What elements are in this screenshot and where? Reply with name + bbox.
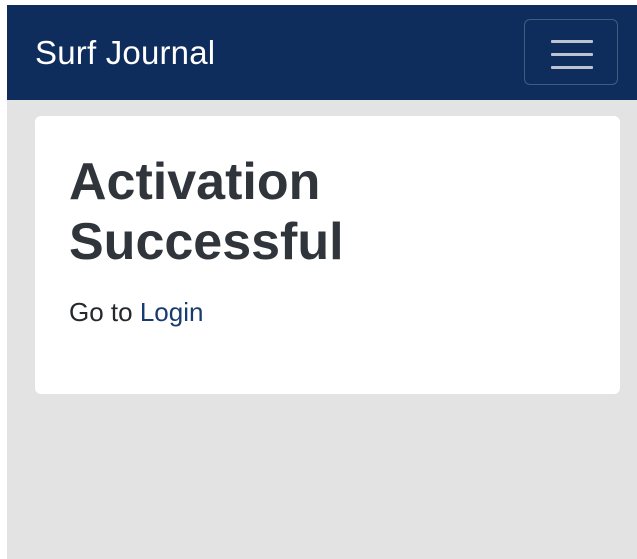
app-viewport: Surf Journal Activation Successful Go to… bbox=[7, 5, 637, 559]
menu-toggle-button[interactable] bbox=[524, 19, 618, 85]
login-link[interactable]: Login bbox=[140, 297, 204, 327]
menu-icon-line bbox=[551, 53, 593, 56]
login-message-prefix: Go to bbox=[69, 297, 140, 327]
login-message: Go to Login bbox=[69, 296, 203, 328]
menu-icon-line bbox=[551, 40, 593, 43]
hamburger-menu-icon bbox=[551, 40, 593, 69]
activation-card: Activation Successful Go to Login bbox=[35, 116, 620, 394]
page-title: Activation Successful bbox=[69, 153, 344, 271]
brand-link[interactable]: Surf Journal bbox=[35, 33, 215, 73]
top-navbar: Surf Journal bbox=[7, 5, 637, 100]
menu-icon-line bbox=[551, 66, 593, 69]
